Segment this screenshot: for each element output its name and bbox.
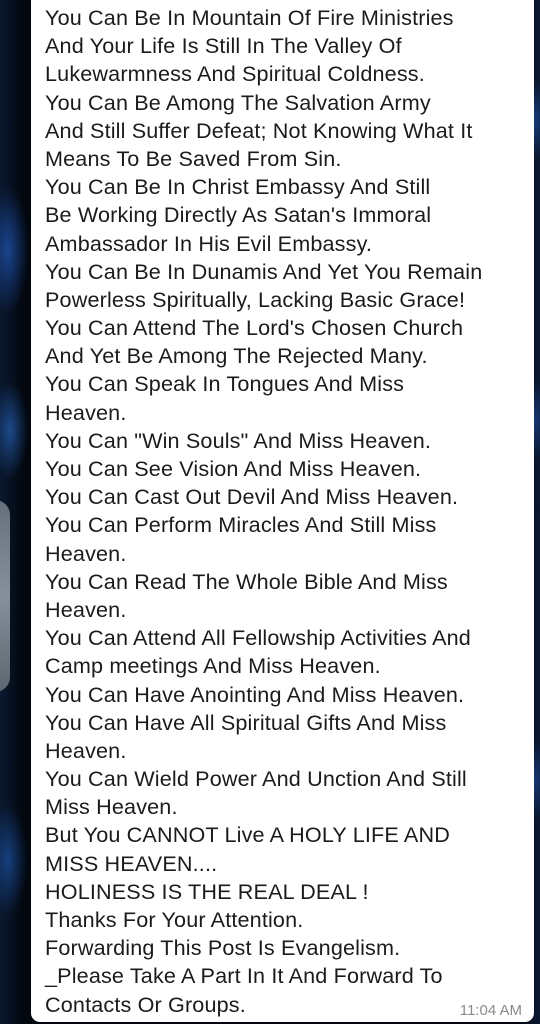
message-line: Forwarding This Post Is Evangelism. (45, 935, 401, 961)
message-line: You Can Wield Power And Unction And Stil… (45, 766, 467, 792)
message-bubble[interactable]: You Can Be In Mountain Of Fire Ministrie… (31, 0, 534, 1022)
message-line: Camp meetings And Miss Heaven. (45, 653, 381, 679)
message-line: Heaven. (45, 737, 127, 763)
message-line: You Can Perform Miracles And Still Miss (45, 512, 437, 538)
message-line: You Can Be In Mountain Of Fire Ministrie… (45, 5, 454, 30)
message-line: Heaven. (45, 540, 127, 566)
message-text: You Can Be In Mountain Of Fire Ministrie… (45, 4, 527, 1019)
message-line: Heaven. (45, 596, 127, 622)
message-line: Thanks For Your Attention. (45, 907, 304, 932)
message-line: Miss Heaven. (45, 794, 178, 820)
message-line: You Can Have All Spiritual Gifts And Mis… (45, 709, 447, 735)
message-line: MISS HEAVEN.... (45, 850, 218, 876)
message-line: Powerless Spiritually, Lacking Basic Gra… (45, 286, 466, 312)
message-line: And Yet Be Among The Rejected Many. (45, 343, 428, 369)
message-timestamp: 11:04 AM (459, 1002, 522, 1019)
message-line: You Can Cast Out Devil And Miss Heaven. (45, 484, 459, 510)
message-line: You Can Be In Christ Embassy And Still (45, 174, 431, 200)
message-line: Ambassador In His Evil Embassy. (45, 230, 373, 256)
message-line: And Still Suffer Defeat; Not Knowing Wha… (45, 117, 473, 143)
message-line: Lukewarmness And Spiritual Coldness. (45, 61, 425, 87)
message-line: You Can Attend The Lord's Chosen Church (45, 315, 464, 341)
message-line: You Can Have Anointing And Miss Heaven. (45, 681, 465, 707)
message-line: And Your Life Is Still In The Valley Of (45, 33, 402, 59)
message-line: HOLINESS IS THE REAL DEAL ! (45, 878, 369, 904)
message-line: Be Working Directly As Satan's Immoral (45, 202, 432, 228)
message-line: You Can See Vision And Miss Heaven. (45, 456, 422, 481)
message-line: You Can Be Among The Salvation Army (45, 89, 431, 115)
message-line: Contacts Or Groups. (45, 991, 246, 1017)
message-line: You Can Attend All Fellowship Activities… (45, 625, 471, 651)
message-line: You Can Speak In Tongues And Miss (45, 371, 405, 397)
message-line: You Can "Win Souls" And Miss Heaven. (45, 427, 432, 453)
message-line: Means To Be Saved From Sin. (45, 145, 342, 171)
message-line: But You CANNOT Live A HOLY LIFE AND (45, 822, 450, 848)
message-line: You Can Be In Dunamis And Yet You Remain (45, 258, 483, 284)
edge-panel-handle[interactable] (0, 500, 10, 692)
message-line: _Please Take A Part In It And Forward To (45, 963, 443, 989)
message-line: You Can Read The Whole Bible And Miss (45, 568, 448, 594)
message-line: Heaven. (45, 399, 127, 425)
